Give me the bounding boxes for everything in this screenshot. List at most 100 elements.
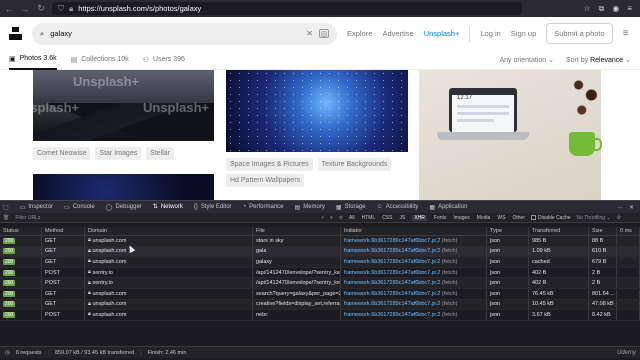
tag-space-images[interactable]: Space Images & Pictures — [226, 158, 313, 171]
add-icon[interactable]: + — [321, 215, 324, 221]
initiator[interactable]: framework.6b3617289c147af6bbc7.js:2 (fet… — [341, 299, 487, 310]
request-row[interactable]: 200 GET 🔒︎ unsplash.com galaxy framework… — [0, 257, 640, 268]
col-transferred[interactable]: Transferred — [529, 227, 589, 235]
tab-performance[interactable]: ◔ Performance — [242, 201, 285, 214]
reload-icon[interactable]: ↻ — [36, 3, 46, 14]
col-size[interactable]: Size — [589, 227, 617, 235]
col-file[interactable]: File — [253, 227, 341, 235]
request-row[interactable]: 200 POST 🔒︎ sentry.io /api/1412470/envel… — [0, 278, 640, 289]
pick-element-icon[interactable]: ⬚ — [2, 201, 10, 214]
hamburger-menu-icon[interactable]: ≡ — [623, 28, 629, 39]
initiator[interactable]: framework.6b3617289c147af6bbc7.js:2 (fet… — [341, 246, 487, 257]
extension-icon[interactable]: ⧉ — [599, 4, 605, 14]
forward-icon[interactable]: → — [20, 4, 30, 14]
throttling-dropdown[interactable]: No Throttling ⌄ — [577, 215, 611, 221]
initiator-link[interactable]: framework.6b3617289c147af6bbc7.js:2 — [344, 270, 440, 276]
block-icon[interactable]: ⊘ — [339, 215, 343, 221]
close-icon[interactable]: ✕ — [629, 204, 634, 211]
signup-link[interactable]: Sign up — [511, 29, 536, 38]
filter-urls-input[interactable]: Filter URLs — [15, 215, 315, 221]
search-input[interactable]: ⌕ galaxy ✕ ◎ — [32, 22, 337, 45]
trash-icon[interactable]: 🗑︎ — [3, 215, 9, 221]
filter-other[interactable]: Other — [512, 215, 525, 221]
request-row[interactable]: 200 GET 🔒︎ unsplash.com creative?fields=… — [0, 299, 640, 311]
request-row[interactable]: 200 POST 🔒︎ unsplash.com nebc framework.… — [0, 310, 640, 321]
col-status[interactable]: Status — [0, 227, 42, 235]
submit-photo-button[interactable]: Submit a photo — [546, 23, 613, 44]
col-domain[interactable]: Domain — [85, 227, 253, 235]
filter-media[interactable]: Media — [477, 215, 491, 221]
unsplash-logo[interactable] — [9, 27, 22, 40]
initiator-link[interactable]: framework.6b3617289c147af6bbc7.js:2 — [344, 280, 440, 286]
tab-photos[interactable]: ▣ Photos 3.6k — [9, 50, 57, 70]
initiator[interactable]: framework.6b3617289c147af6bbc7.js:2 (fet… — [341, 310, 487, 320]
tab-memory[interactable]: ▤ Memory — [294, 201, 326, 214]
initiator-link[interactable]: framework.6b3617289c147af6bbc7.js:2 — [344, 301, 440, 307]
filter-ws[interactable]: WS — [497, 215, 505, 221]
filter-js[interactable]: JS — [399, 215, 405, 221]
col-type[interactable]: Type — [487, 227, 529, 235]
lock-icon[interactable]: 🔒︎ — [69, 4, 73, 14]
settings-icon[interactable]: ⚙ — [617, 215, 621, 221]
tag-hd-pattern-wallpapers[interactable]: Hd Pattern Wallpapers — [226, 174, 305, 187]
filter-all[interactable]: All — [349, 215, 355, 221]
pause-icon[interactable]: ⏸︎ — [330, 215, 333, 221]
bookmark-icon[interactable]: ☆ — [583, 4, 590, 14]
initiator-link[interactable]: framework.6b3617289c147af6bbc7.js:2 — [344, 259, 440, 265]
initiator-link[interactable]: framework.6b3617289c147af6bbc7.js:2 — [344, 312, 440, 318]
tag-comet-neowise[interactable]: Comet Neowise — [33, 147, 91, 160]
initiator[interactable]: framework.6b3617289c147af6bbc7.js:2 (fet… — [341, 236, 487, 246]
col-waterfall[interactable]: 0 ms — [617, 227, 640, 235]
tab-accessibility[interactable]: ☺ Accessibility — [376, 201, 420, 214]
photo-mountains[interactable]: Unsplash+ Unsplash+ Unsplash+ — [13, 70, 214, 141]
initiator[interactable]: framework.6b3617289c147af6bbc7.js:2 (fet… — [341, 257, 487, 267]
tag-star-images[interactable]: Star Images — [95, 147, 142, 160]
disable-cache-checkbox[interactable]: Disable Cache — [531, 215, 571, 221]
photo-starfield[interactable] — [33, 174, 214, 200]
nav-explore[interactable]: Explore — [347, 29, 372, 38]
filter-xhr[interactable]: XHR — [412, 214, 427, 221]
sort-dropdown[interactable]: Sort by Relevance ⌄ — [566, 56, 631, 64]
visual-search-icon[interactable]: ◎ — [319, 29, 329, 38]
initiator-link[interactable]: framework.6b3617289c147af6bbc7.js:2 — [344, 238, 440, 244]
filter-html[interactable]: HTML — [362, 215, 376, 221]
nav-advertise[interactable]: Advertise — [382, 29, 413, 38]
initiator[interactable]: framework.6b3617289c147af6bbc7.js:2 (fet… — [341, 288, 487, 299]
login-link[interactable]: Log in — [480, 29, 500, 38]
tab-collections[interactable]: ▤ Collections 10k — [71, 50, 129, 70]
address-bar[interactable]: ⛉ 🔒︎ https://unsplash.com/s/photos/galax… — [52, 2, 522, 15]
tab-network[interactable]: ⇅ Network — [151, 201, 184, 214]
account-icon[interactable]: ◉ — [612, 4, 619, 14]
col-initiator[interactable]: Initiator — [341, 227, 487, 235]
tab-storage[interactable]: ▦ Storage — [335, 201, 367, 214]
orientation-dropdown[interactable]: Any orientation ⌄ — [499, 56, 554, 64]
initiator[interactable]: framework.6b3617289c147af6bbc7.js:2 (fet… — [341, 267, 487, 278]
initiator-link[interactable]: framework.6b3617289c147af6bbc7.js:2 — [344, 291, 440, 297]
tab-debugger[interactable]: ◯ Debugger — [105, 201, 143, 214]
request-row[interactable]: 200 GET 🔒︎ unsplash.com search?query=gal… — [0, 288, 640, 300]
overflow-icon[interactable]: … — [617, 204, 623, 211]
initiator[interactable]: framework.6b3617289c147af6bbc7.js:2 (fet… — [341, 278, 487, 288]
request-row[interactable]: 200 POST 🔒︎ sentry.io /api/1412470/envel… — [0, 267, 640, 279]
back-icon[interactable]: ← — [4, 4, 14, 14]
request-row[interactable]: 200 GET 🔒︎ unsplash.com gala framework.6… — [0, 246, 640, 258]
menu-icon[interactable]: ≡ — [627, 4, 632, 14]
tab-console[interactable]: ▭ Console — [63, 201, 96, 214]
tab-application[interactable]: ▦ Application — [428, 201, 468, 214]
filter-fonts[interactable]: Fonts — [434, 215, 447, 221]
filter-css[interactable]: CSS — [382, 215, 392, 221]
filter-images[interactable]: Images — [453, 215, 469, 221]
col-method[interactable]: Method — [42, 227, 85, 235]
photo-laptop-ad[interactable]: 12.17 — [419, 70, 602, 200]
photo-galaxy[interactable] — [226, 70, 408, 152]
clear-icon[interactable]: ✕ — [306, 29, 313, 38]
tab-users[interactable]: ⚇ Users 396 — [143, 50, 185, 70]
tab-inspector[interactable]: ▭ Inspector — [19, 201, 54, 214]
tag-texture-backgrounds[interactable]: Texture Backgrounds — [317, 158, 392, 171]
tag-stellar[interactable]: Stellar — [146, 147, 175, 160]
request-row[interactable]: 200 GET 🔒︎ unsplash.com stars in sky fra… — [0, 236, 640, 247]
initiator-link[interactable]: framework.6b3617289c147af6bbc7.js:2 — [344, 248, 440, 254]
tab-style-editor[interactable]: {} Style Editor — [193, 201, 233, 214]
shield-icon[interactable]: ⛉ — [58, 4, 64, 14]
nav-unsplash-plus[interactable]: Unsplash+ — [424, 29, 460, 38]
